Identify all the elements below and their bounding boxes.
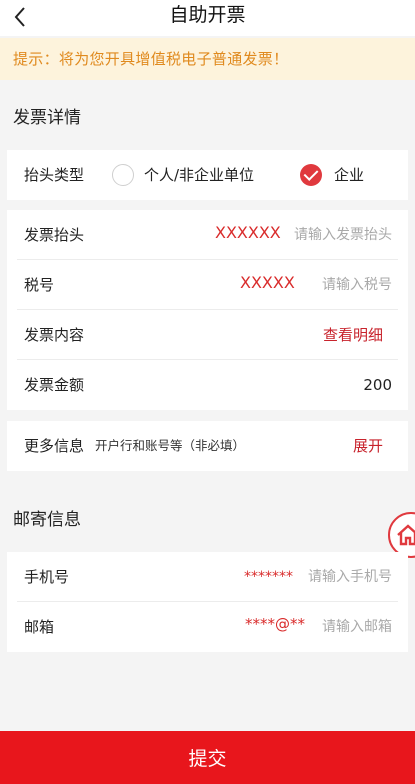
header-type-label: 抬头类型 (24, 166, 85, 184)
view-details-link[interactable]: 查看明细 (323, 310, 383, 360)
phone-value: ******* (244, 569, 293, 585)
tax-number-input[interactable]: 请输入税号 (322, 260, 392, 310)
home-icon (397, 524, 415, 546)
invoice-section-title: 发票详情 (13, 108, 81, 128)
phone-input[interactable]: 请输入手机号 (308, 552, 392, 602)
page-title: 自助开票 (169, 4, 246, 26)
mail-section-title: 邮寄信息 (13, 510, 81, 530)
email-row[interactable]: 邮箱 ****@** 请输入邮箱 (17, 602, 398, 652)
email-label: 邮箱 (24, 618, 55, 636)
tip-banner: 提示：将为您开具增值税电子普通发票！ (0, 38, 415, 80)
phone-label: 手机号 (24, 568, 70, 586)
submit-button[interactable]: 提交 (0, 731, 415, 784)
phone-row[interactable]: 手机号 ******* 请输入手机号 (17, 552, 398, 602)
option-personal-label[interactable]: 个人/非企业单位 (144, 150, 254, 200)
more-info-label: 更多信息 (24, 437, 85, 455)
header-type-card: 抬头类型 个人/非企业单位 企业 (7, 150, 408, 200)
more-info-hint: 开户行和账号等（非必填） (95, 438, 246, 453)
tax-number-label: 税号 (24, 276, 55, 294)
invoice-amount-value: 200 (363, 376, 392, 394)
radio-personal[interactable] (112, 164, 134, 186)
tax-number-row[interactable]: 税号 XXXXX 请输入税号 (17, 260, 398, 310)
header-type-row: 抬头类型 个人/非企业单位 企业 (17, 150, 398, 200)
email-input[interactable]: 请输入邮箱 (322, 602, 392, 652)
invoice-title-row[interactable]: 发票抬头 XXXXXX 请输入发票抬头 (17, 210, 398, 260)
invoice-amount-row: 发票金额 200 (17, 360, 398, 410)
more-info-row[interactable]: 更多信息 开户行和账号等（非必填） 展开 (17, 421, 398, 471)
invoice-title-input[interactable]: 请输入发票抬头 (294, 210, 392, 260)
invoice-title-label: 发票抬头 (24, 226, 85, 244)
nav-bar: 自助开票 (0, 0, 415, 36)
invoice-content-label: 发票内容 (24, 326, 85, 344)
invoice-amount-label: 发票金额 (24, 376, 85, 394)
check-icon[interactable] (300, 164, 322, 186)
invoice-title-value: XXXXXX (215, 223, 281, 242)
invoice-content-row: 发票内容 查看明细 (17, 310, 398, 360)
tax-number-value: XXXXX (240, 273, 295, 292)
more-info-card: 更多信息 开户行和账号等（非必填） 展开 (7, 421, 408, 471)
email-value: ****@** (245, 615, 305, 633)
mail-card: 手机号 ******* 请输入手机号 邮箱 ****@** 请输入邮箱 (7, 552, 408, 652)
option-company-label[interactable]: 企业 (334, 150, 364, 200)
invoice-fields-card: 发票抬头 XXXXXX 请输入发票抬头 税号 XXXXX 请输入税号 发票内容 … (7, 210, 408, 410)
expand-link[interactable]: 展开 (353, 421, 383, 471)
